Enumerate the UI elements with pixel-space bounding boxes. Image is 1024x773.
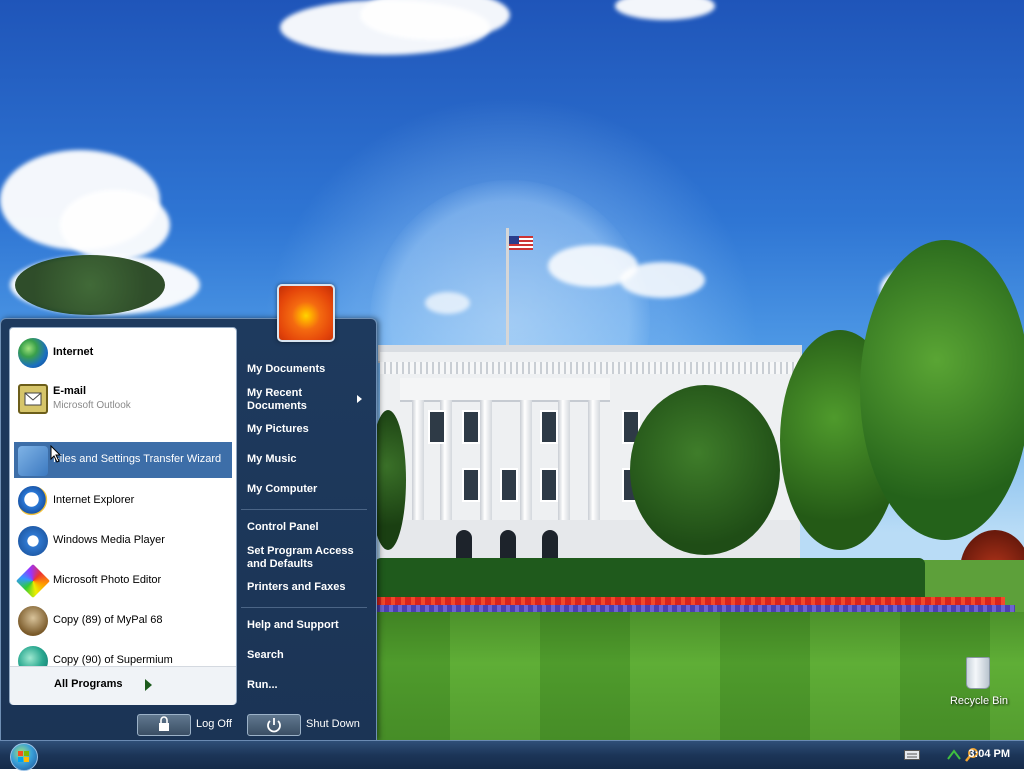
places-separator bbox=[241, 509, 367, 510]
program-files-settings-transfer[interactable]: Files and Settings Transfer Wizard bbox=[14, 442, 232, 478]
shut-down-label[interactable]: Shut Down bbox=[306, 718, 360, 730]
program-photo-editor[interactable]: Microsoft Photo Editor bbox=[14, 562, 232, 600]
start-menu-bottom-bar: Log Off Shut Down bbox=[1, 707, 376, 740]
mypal-icon bbox=[18, 606, 48, 636]
pinned-email-label: E-mail bbox=[53, 385, 87, 397]
program-internet-explorer[interactable]: Internet Explorer bbox=[14, 482, 232, 520]
program-label: Files and Settings Transfer Wizard bbox=[53, 453, 222, 465]
mouse-cursor-icon bbox=[50, 445, 62, 463]
right-arrow-icon bbox=[145, 679, 152, 691]
network-icon[interactable] bbox=[946, 747, 962, 763]
outlook-icon bbox=[18, 384, 48, 414]
program-label: Copy (90) of Supermium bbox=[53, 654, 173, 666]
recycle-bin-label: Recycle Bin bbox=[949, 695, 1009, 707]
pinned-email-sub: Microsoft Outlook bbox=[53, 400, 131, 411]
place-help-support[interactable]: Help and Support bbox=[247, 619, 339, 632]
places-separator bbox=[241, 607, 367, 608]
power-icon bbox=[267, 718, 281, 733]
submenu-arrow-icon bbox=[357, 395, 362, 403]
windows-logo-icon bbox=[18, 751, 29, 762]
program-label: Windows Media Player bbox=[53, 534, 165, 546]
log-off-button[interactable] bbox=[137, 714, 191, 736]
place-my-documents[interactable]: My Documents bbox=[247, 363, 325, 376]
place-control-panel[interactable]: Control Panel bbox=[247, 521, 319, 534]
all-programs-label: All Programs bbox=[54, 678, 123, 690]
log-off-label[interactable]: Log Off bbox=[196, 718, 232, 730]
program-label: Copy (89) of MyPal 68 bbox=[53, 614, 163, 626]
taskbar: 3:04 PM bbox=[0, 740, 1024, 771]
place-set-program-access[interactable]: Set Program Access and Defaults bbox=[247, 545, 365, 571]
shut-down-button[interactable] bbox=[247, 714, 301, 736]
all-programs-button[interactable]: All Programs bbox=[10, 666, 236, 705]
start-menu-programs-pane: Internet E-mail Microsoft Outlook Files … bbox=[9, 327, 237, 705]
lock-icon bbox=[159, 716, 169, 731]
program-label: Internet Explorer bbox=[53, 494, 135, 506]
pinned-internet[interactable]: Internet bbox=[14, 334, 232, 372]
place-my-computer[interactable]: My Computer bbox=[247, 483, 317, 496]
internet-explorer-icon bbox=[18, 486, 48, 516]
program-label: Microsoft Photo Editor bbox=[53, 574, 162, 586]
globe-icon bbox=[18, 338, 48, 368]
user-avatar[interactable] bbox=[277, 284, 335, 342]
place-my-recent-documents[interactable]: My Recent Documents bbox=[247, 387, 357, 413]
pinned-internet-label: Internet bbox=[53, 346, 94, 358]
taskbar-clock[interactable]: 3:04 PM bbox=[968, 748, 1010, 760]
transfer-wizard-icon bbox=[18, 446, 48, 476]
start-button[interactable] bbox=[10, 743, 38, 771]
place-my-pictures[interactable]: My Pictures bbox=[247, 423, 309, 436]
keyboard-icon[interactable] bbox=[904, 749, 920, 761]
recycle-bin-icon[interactable]: Recycle Bin bbox=[944, 655, 1014, 710]
program-mypal[interactable]: Copy (89) of MyPal 68 bbox=[14, 602, 232, 640]
place-printers-faxes[interactable]: Printers and Faxes bbox=[247, 581, 345, 594]
system-tray: 3:04 PM bbox=[874, 741, 1024, 769]
place-my-music[interactable]: My Music bbox=[247, 453, 297, 466]
media-player-icon bbox=[18, 526, 48, 556]
program-windows-media-player[interactable]: Windows Media Player bbox=[14, 522, 232, 560]
pinned-email[interactable]: E-mail Microsoft Outlook bbox=[14, 380, 232, 418]
photo-editor-icon bbox=[16, 564, 50, 598]
trash-icon bbox=[966, 657, 990, 689]
place-run[interactable]: Run... bbox=[247, 679, 278, 692]
start-menu: Internet E-mail Microsoft Outlook Files … bbox=[0, 318, 377, 741]
place-search[interactable]: Search bbox=[247, 649, 284, 662]
